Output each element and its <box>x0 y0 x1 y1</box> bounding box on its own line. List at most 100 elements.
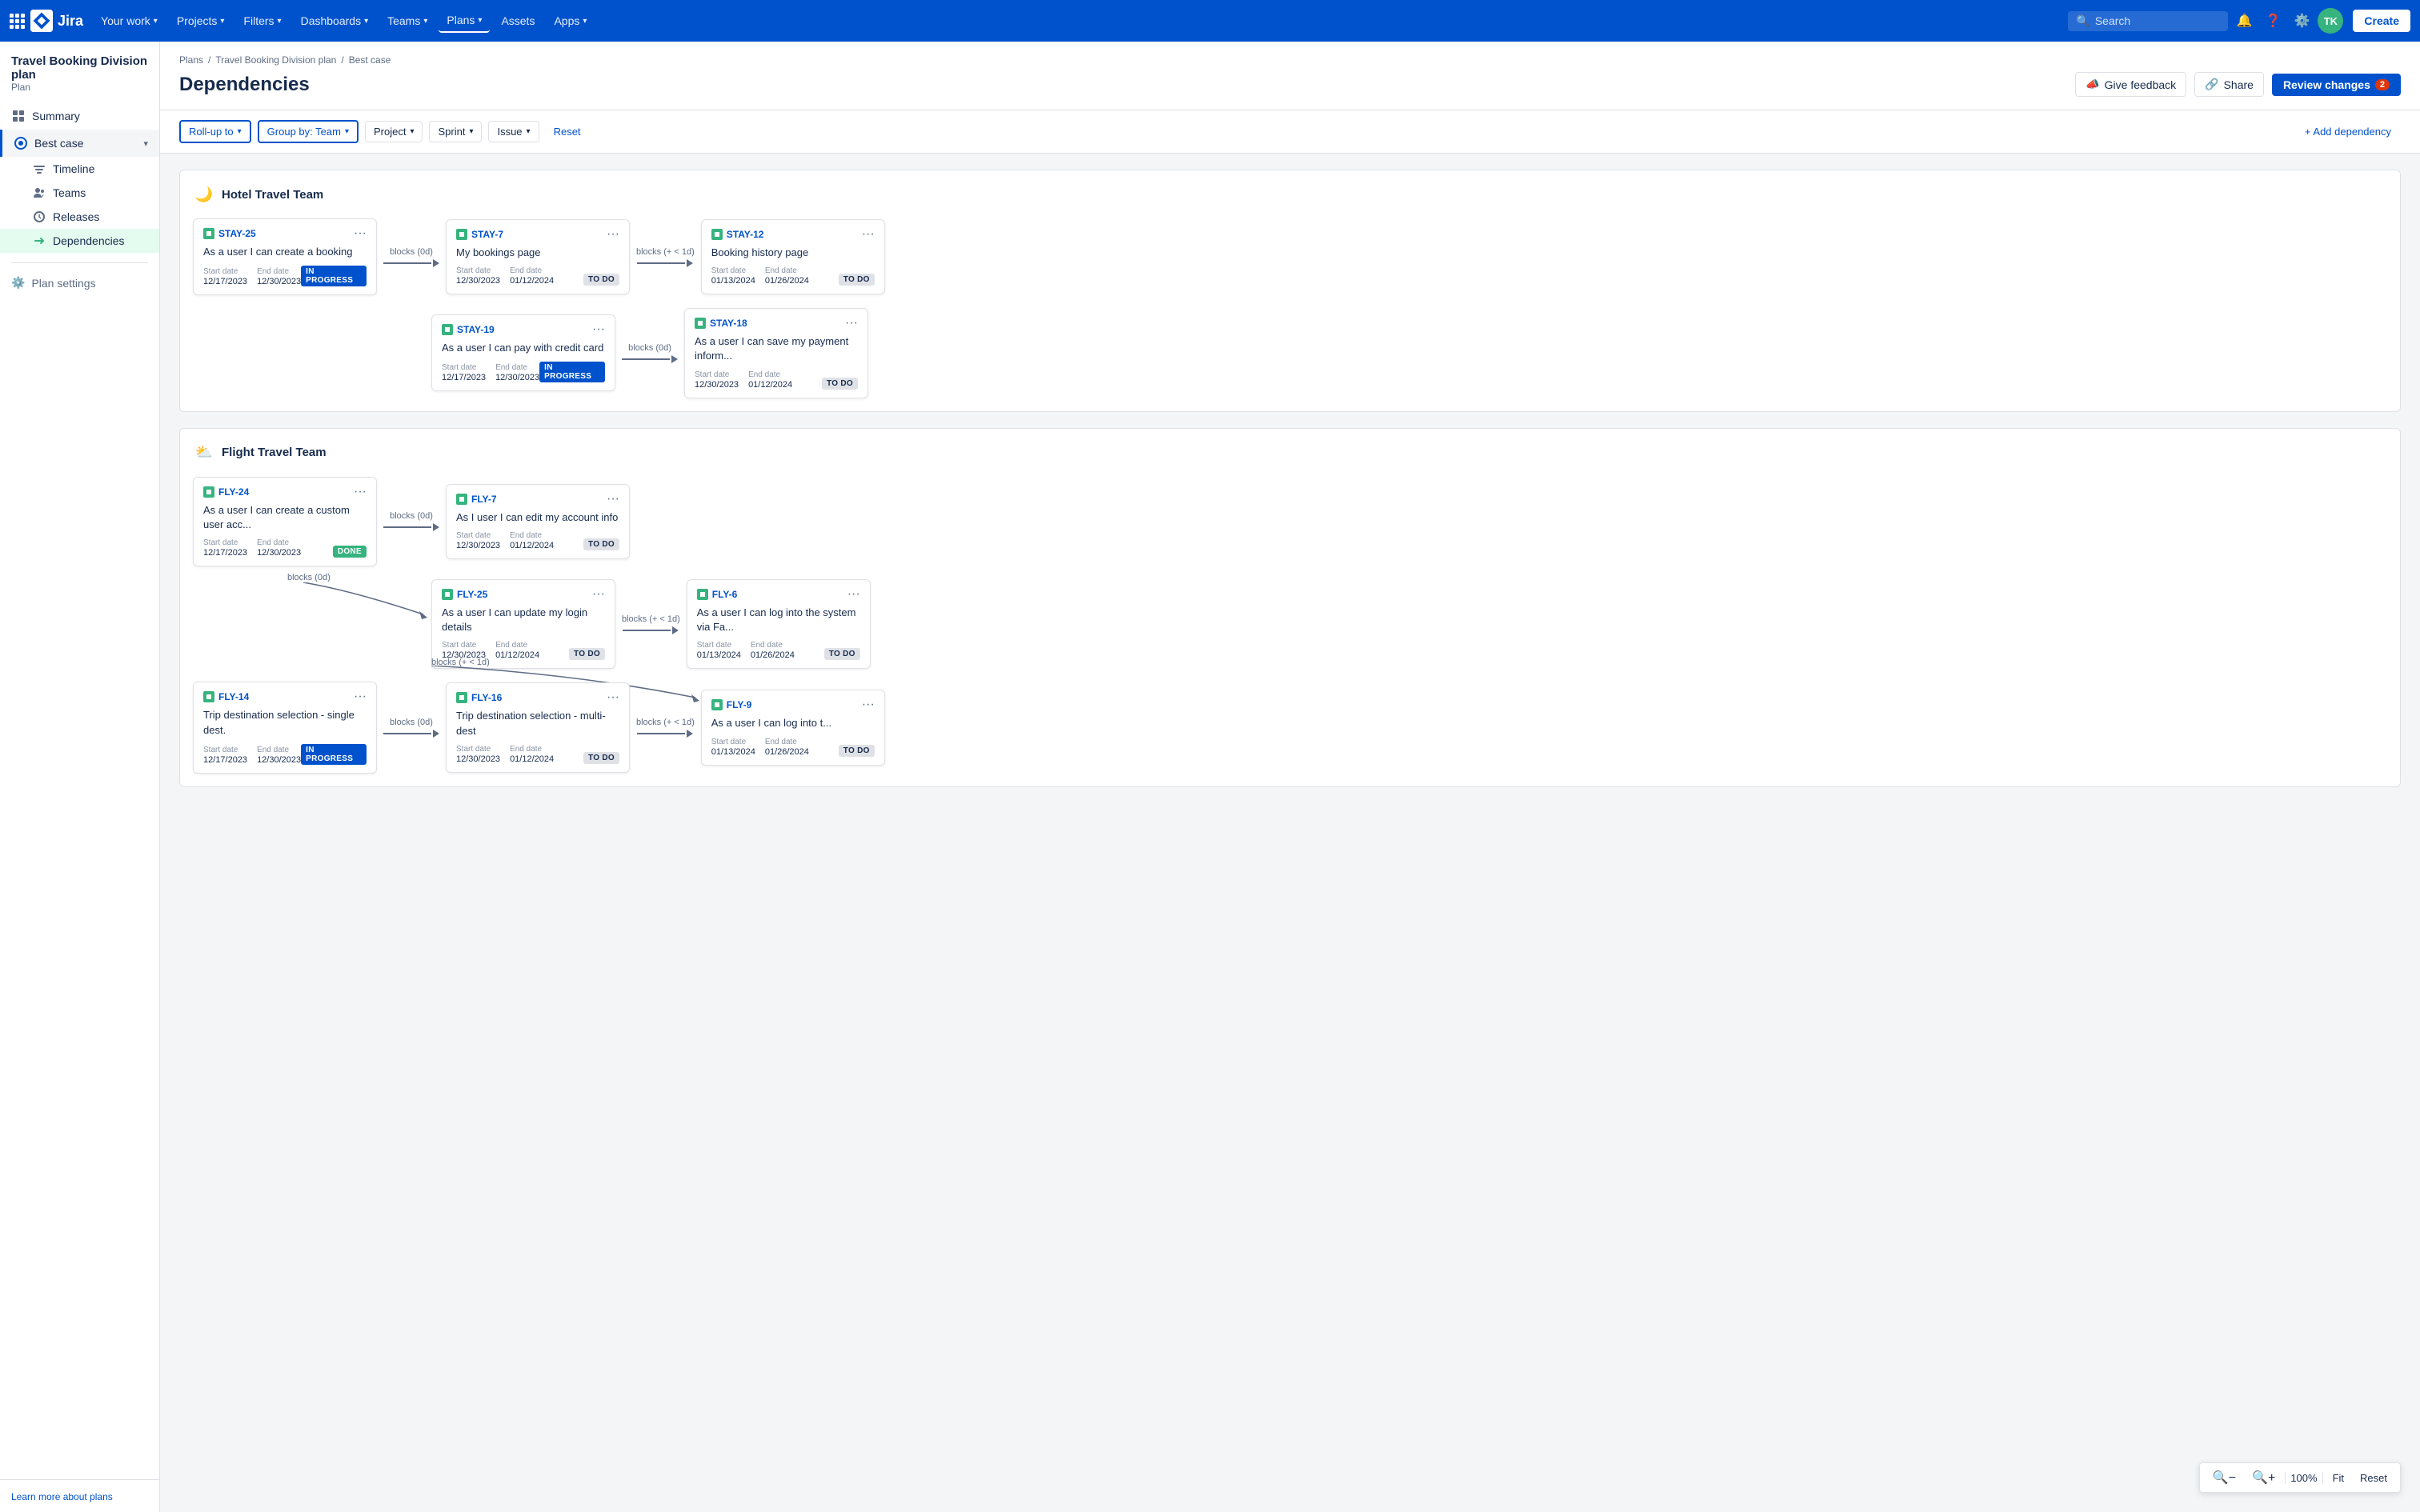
nav-assets[interactable]: Assets <box>493 10 543 32</box>
dep-card-stay-7[interactable]: STAY-7 ··· My bookings page Start date12… <box>446 219 630 294</box>
dep-card-fly-9[interactable]: FLY-9 ··· As a user I can log into t... … <box>701 690 885 765</box>
add-dependency-button[interactable]: + Add dependency <box>2295 121 2401 142</box>
more-options-icon[interactable]: ··· <box>592 323 605 336</box>
story-icon <box>442 324 453 335</box>
dep-card-fly-25[interactable]: FLY-25 ··· As a user I can update my log… <box>431 579 615 669</box>
flight-dep-row-2: blocks (0d) FLY-25 <box>431 579 2387 669</box>
nav-plans[interactable]: Plans ▾ <box>439 9 490 33</box>
more-options-icon[interactable]: ··· <box>845 317 858 330</box>
jira-logo[interactable]: Jira <box>30 10 83 32</box>
notifications-button[interactable]: 🔔 <box>2231 8 2257 34</box>
story-icon <box>203 228 214 239</box>
hotel-dep-row-1: STAY-25 ··· As a user I can create a boo… <box>193 218 2387 295</box>
nav-apps[interactable]: Apps ▾ <box>546 10 595 32</box>
card-id-text: FLY-14 <box>218 691 249 702</box>
give-feedback-button[interactable]: 📣 Give feedback <box>2075 72 2186 97</box>
sidebar-nav: Summary Best case ▾ Timeline Teams <box>0 99 159 256</box>
more-options-icon[interactable]: ··· <box>862 228 875 241</box>
hotel-team-section: 🌙 Hotel Travel Team STAY-25 <box>179 170 2401 412</box>
dep-card-fly-6[interactable]: FLY-6 ··· As a user I can log into the s… <box>687 579 871 669</box>
target-icon <box>14 136 28 150</box>
hotel-team-name: Hotel Travel Team <box>222 188 323 202</box>
review-changes-button[interactable]: Review changes 2 <box>2272 74 2401 96</box>
timeline-icon <box>32 162 46 176</box>
more-options-icon[interactable]: ··· <box>354 486 367 498</box>
sidebar-item-teams[interactable]: Teams <box>0 181 159 205</box>
more-options-icon[interactable]: ··· <box>354 690 367 703</box>
filters-bar: Roll-up to ▾ Group by: Team ▾ Project ▾ … <box>160 110 2420 154</box>
page-actions: 📣 Give feedback 🔗 Share Review changes 2 <box>2075 72 2401 97</box>
grid-icon <box>11 109 26 123</box>
chevron-down-icon: ▾ <box>364 17 368 26</box>
arrow-fly24-fly7: blocks (0d) <box>377 511 446 531</box>
card-title: As I user I can edit my account info <box>456 510 619 525</box>
card-id-text: FLY-25 <box>457 589 487 600</box>
breadcrumb-plans[interactable]: Plans <box>179 54 203 66</box>
status-badge: TO DO <box>569 648 605 660</box>
share-button[interactable]: 🔗 Share <box>2194 72 2264 97</box>
nav-dashboards[interactable]: Dashboards ▾ <box>293 10 377 32</box>
avatar[interactable]: TK <box>2318 8 2343 34</box>
sidebar-item-plan-settings[interactable]: ⚙️ Plan settings <box>0 270 159 296</box>
sprint-filter[interactable]: Sprint ▾ <box>429 121 482 142</box>
more-options-icon[interactable]: ··· <box>607 691 619 704</box>
chevron-down-icon: ▾ <box>220 17 224 26</box>
card-id-text: FLY-7 <box>471 494 497 505</box>
more-options-icon[interactable]: ··· <box>607 228 619 241</box>
chevron-down-icon: ▾ <box>345 127 349 136</box>
rollup-filter[interactable]: Roll-up to ▾ <box>179 120 251 143</box>
sidebar-item-dependencies[interactable]: Dependencies <box>0 229 159 253</box>
card-title: As a user I can pay with credit card <box>442 341 605 355</box>
nav-filters[interactable]: Filters ▾ <box>235 10 289 32</box>
nav-projects[interactable]: Projects ▾ <box>169 10 233 32</box>
search-button[interactable]: 🔍 Search <box>2068 11 2228 31</box>
sidebar-item-best-case[interactable]: Best case ▾ <box>0 130 159 157</box>
zoom-out-button[interactable]: 🔍− <box>2206 1466 2242 1489</box>
help-button[interactable]: ❓ <box>2260 8 2286 34</box>
more-options-icon[interactable]: ··· <box>847 588 860 601</box>
more-options-icon[interactable]: ··· <box>862 698 875 711</box>
chevron-down-icon: ▾ <box>469 127 473 136</box>
sidebar-item-timeline[interactable]: Timeline <box>0 157 159 181</box>
reset-filter-button[interactable]: Reset <box>546 122 589 142</box>
dep-card-stay-12[interactable]: STAY-12 ··· Booking history page Start d… <box>701 219 885 294</box>
dep-card-fly-24[interactable]: FLY-24 ··· As a user I can create a cust… <box>193 477 377 566</box>
card-title: Booking history page <box>711 246 875 260</box>
chevron-down-icon: ▾ <box>278 17 282 26</box>
learn-more-link[interactable]: Learn more about plans <box>11 1491 113 1502</box>
issue-filter[interactable]: Issue ▾ <box>488 121 539 142</box>
dep-card-fly-14[interactable]: FLY-14 ··· Trip destination selection - … <box>193 682 377 773</box>
dep-card-fly-16[interactable]: FLY-16 ··· Trip destination selection - … <box>446 682 630 772</box>
arrow-stay25-stay7: blocks (0d) <box>377 247 446 267</box>
chevron-down-icon: ▾ <box>154 17 158 26</box>
release-icon <box>32 210 46 224</box>
group-by-filter[interactable]: Group by: Team ▾ <box>258 120 359 143</box>
zoom-in-button[interactable]: 🔍+ <box>2246 1466 2282 1489</box>
flight-team-avatar: ⛅ <box>193 442 215 464</box>
status-badge: IN PROGRESS <box>539 362 605 382</box>
project-filter[interactable]: Project ▾ <box>365 121 423 142</box>
more-options-icon[interactable]: ··· <box>607 493 619 506</box>
zoom-fit-button[interactable]: Fit <box>2326 1469 2350 1487</box>
settings-button[interactable]: ⚙️ <box>2289 8 2314 34</box>
dep-card-stay-18[interactable]: STAY-18 ··· As a user I can save my paym… <box>684 308 868 398</box>
sidebar-item-releases[interactable]: Releases <box>0 205 159 229</box>
dep-card-stay-19[interactable]: STAY-19 ··· As a user I can pay with cre… <box>431 314 615 391</box>
zoom-reset-button[interactable]: Reset <box>2354 1469 2394 1487</box>
plan-name: Travel Booking Division plan <box>11 54 148 82</box>
zoom-in-icon: 🔍+ <box>2252 1470 2275 1486</box>
sidebar-divider <box>11 262 148 263</box>
nav-teams[interactable]: Teams ▾ <box>379 10 435 32</box>
nav-your-work[interactable]: Your work ▾ <box>93 10 166 32</box>
dep-card-fly-7[interactable]: FLY-7 ··· As I user I can edit my accoun… <box>446 484 630 559</box>
card-title: As a user I can log into t... <box>711 716 875 730</box>
apps-grid-icon[interactable] <box>10 14 24 28</box>
card-title: As a user I can update my login details <box>442 606 605 634</box>
zoom-out-icon: 🔍− <box>2213 1470 2236 1486</box>
create-button[interactable]: Create <box>2353 10 2410 32</box>
sidebar-item-summary[interactable]: Summary <box>0 102 159 130</box>
more-options-icon[interactable]: ··· <box>354 227 367 240</box>
breadcrumb-plan[interactable]: Travel Booking Division plan <box>215 54 336 66</box>
more-options-icon[interactable]: ··· <box>592 588 605 601</box>
dep-card-stay-25[interactable]: STAY-25 ··· As a user I can create a boo… <box>193 218 377 295</box>
